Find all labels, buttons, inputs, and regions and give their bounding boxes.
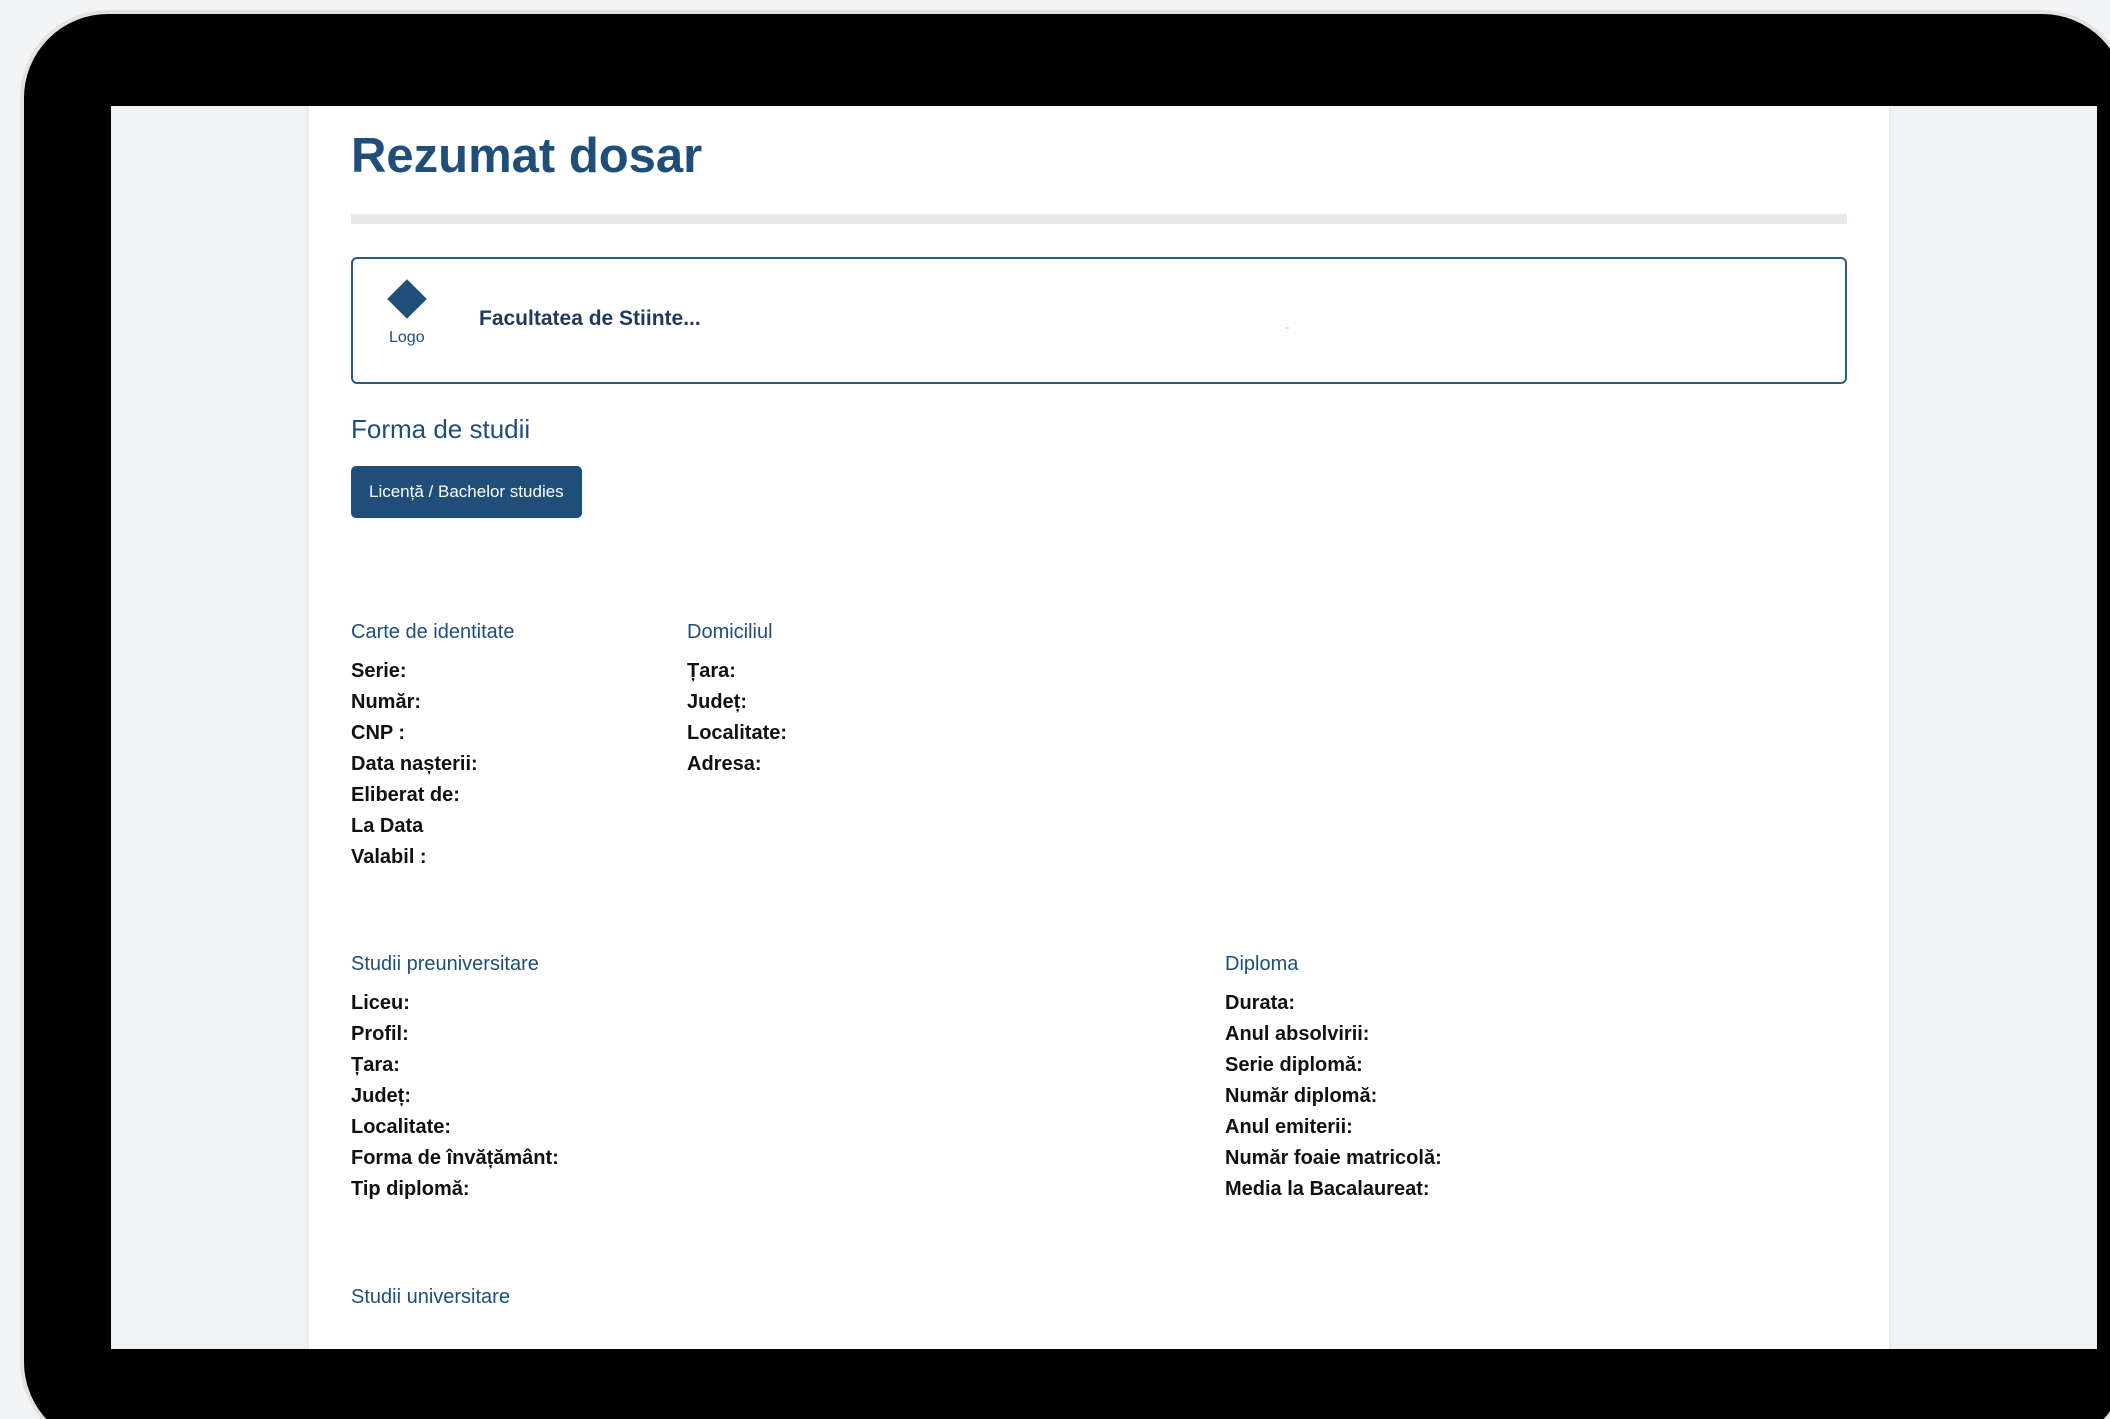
field-label: Număr: xyxy=(351,691,422,713)
field-label: Număr foaie matricolă: xyxy=(1225,1147,1442,1169)
field-label: Valabil : xyxy=(351,846,427,868)
diamond-logo-icon xyxy=(387,279,427,319)
faint-mark xyxy=(1285,327,1289,329)
diploma-label: Diploma xyxy=(1225,953,1299,975)
domicile-label: Domiciliul xyxy=(687,621,773,643)
study-form-button[interactable]: Licență / Bachelor studies xyxy=(351,466,582,518)
field-label: Județ: xyxy=(351,1085,411,1107)
field-label: Număr diplomă: xyxy=(1225,1085,1378,1107)
field-label: Eliberat de: xyxy=(351,784,460,806)
field-label: Liceu: xyxy=(351,992,410,1014)
main-panel: Rezumat dosar Logo Facultatea de Stiinte… xyxy=(309,106,1889,1349)
screen: Rezumat dosar Logo Facultatea de Stiinte… xyxy=(111,106,2097,1349)
diploma-fields: Durata: Anul absolvirii: Serie diplomă: … xyxy=(1225,988,1442,1205)
field-label: Țara: xyxy=(687,660,736,682)
pre-university-fields: Liceu: Profil: Țara: Județ: Localitate: … xyxy=(351,988,559,1205)
field-label: Adresa: xyxy=(687,753,762,775)
field-label: Data nașterii: xyxy=(351,753,478,775)
domicile-fields: Țara: Județ: Localitate: Adresa: xyxy=(687,656,787,780)
field-label: Tip diplomă: xyxy=(351,1178,470,1200)
field-label: Serie diplomă: xyxy=(1225,1054,1363,1076)
title-divider xyxy=(351,214,1847,224)
identity-card-fields: Serie: Număr: CNP : Data nașterii: Elibe… xyxy=(351,656,478,873)
field-label: Media la Bacalaureat: xyxy=(1225,1178,1430,1200)
logo-label: Logo xyxy=(389,329,425,346)
page-title: Rezumat dosar xyxy=(351,129,703,183)
identity-card-label: Carte de identitate xyxy=(351,621,515,643)
field-label: Durata: xyxy=(1225,992,1296,1014)
field-label: Județ: xyxy=(687,691,747,713)
field-label: Profil: xyxy=(351,1023,409,1045)
pre-university-label: Studii preuniversitare xyxy=(351,953,539,975)
study-form-label: Forma de studii xyxy=(351,414,531,444)
device-frame: Rezumat dosar Logo Facultatea de Stiinte… xyxy=(20,10,2110,1419)
field-label: Localitate: xyxy=(351,1116,452,1138)
field-label: Anul emiterii: xyxy=(1225,1116,1353,1138)
faculty-name: Facultatea de Stiinte... xyxy=(479,307,701,330)
field-label: Anul absolvirii: xyxy=(1225,1023,1370,1045)
field-label: CNP : xyxy=(351,722,406,744)
university-label: Studii universitare xyxy=(351,1286,510,1308)
field-label: La Data xyxy=(351,815,424,837)
field-label: Țara: xyxy=(351,1054,400,1076)
field-label: Serie: xyxy=(351,660,407,682)
field-label: Localitate: xyxy=(687,722,788,744)
field-label: Forma de învățământ: xyxy=(351,1147,559,1169)
faculty-card[interactable]: Logo Facultatea de Stiinte... xyxy=(351,257,1847,384)
